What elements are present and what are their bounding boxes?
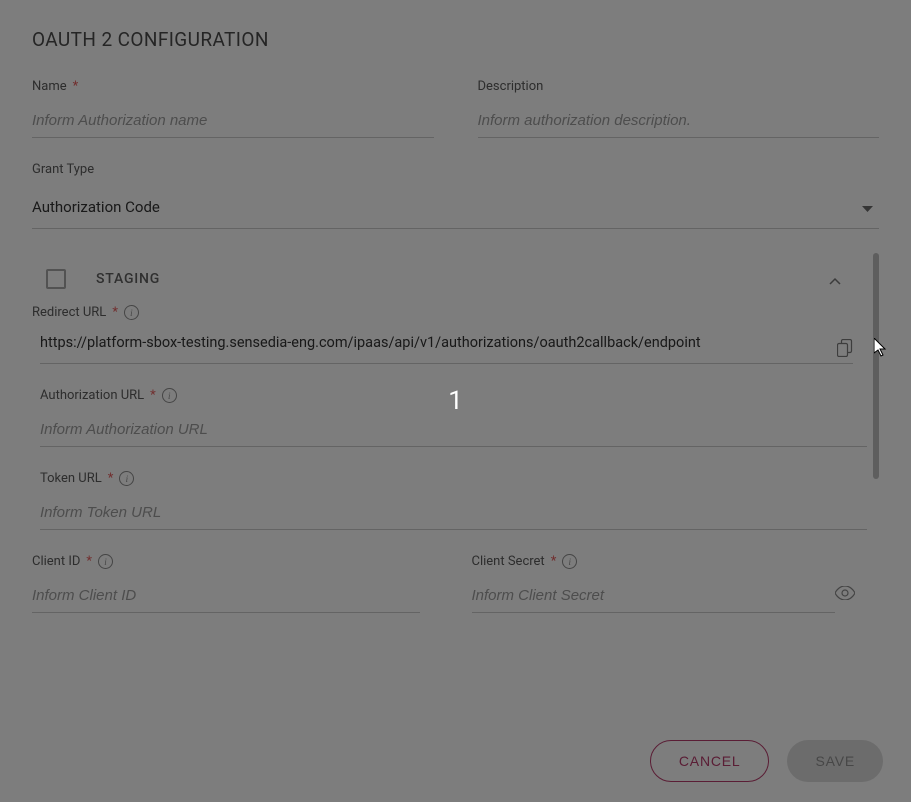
client-id-field-container: Client ID * i xyxy=(32,554,420,613)
client-secret-field-container: Client Secret * i xyxy=(472,554,860,613)
description-field-container: Description xyxy=(478,79,880,138)
grant-type-field-container: Grant Type Authorization Code xyxy=(32,162,879,229)
client-id-label: Client ID xyxy=(32,554,80,569)
token-url-label: Token URL xyxy=(40,471,102,486)
name-label: Name xyxy=(32,79,67,94)
authorization-url-label: Authorization URL xyxy=(40,388,144,403)
dropdown-icon xyxy=(862,197,873,216)
save-button[interactable]: SAVE xyxy=(787,740,883,782)
info-icon[interactable]: i xyxy=(162,388,177,403)
description-input[interactable] xyxy=(478,104,880,138)
client-secret-input[interactable] xyxy=(472,579,836,613)
required-indicator: * xyxy=(108,471,114,486)
required-indicator: * xyxy=(150,388,156,403)
page-title: OAUTH 2 CONFIGURATION xyxy=(32,28,879,51)
required-indicator: * xyxy=(112,305,118,320)
client-id-input[interactable] xyxy=(32,579,420,613)
redirect-url-field-container: Redirect URL * i https://platform-sbox-t… xyxy=(32,305,859,364)
required-indicator: * xyxy=(551,554,557,569)
staging-section-header[interactable]: STAGING xyxy=(32,253,859,305)
staging-label: STAGING xyxy=(96,271,160,287)
overlay-step-number: 1 xyxy=(448,386,463,416)
cancel-button[interactable]: CANCEL xyxy=(650,740,770,782)
grant-type-label: Grant Type xyxy=(32,162,94,177)
info-icon[interactable]: i xyxy=(98,554,113,569)
redirect-url-value: https://platform-sbox-testing.sensedia-e… xyxy=(40,330,819,361)
token-url-field-container: Token URL * i xyxy=(40,471,867,530)
description-label: Description xyxy=(478,79,544,94)
eye-icon[interactable] xyxy=(835,585,855,604)
required-indicator: * xyxy=(73,79,79,94)
required-indicator: * xyxy=(86,554,92,569)
copy-icon[interactable] xyxy=(837,339,853,361)
redirect-url-label: Redirect URL xyxy=(32,305,106,320)
cursor-icon xyxy=(874,338,888,362)
authorization-url-input[interactable] xyxy=(40,413,867,447)
staging-checkbox[interactable] xyxy=(46,269,66,289)
grant-type-select[interactable]: Authorization Code xyxy=(32,187,879,229)
scrollbar[interactable] xyxy=(873,253,879,479)
client-secret-label: Client Secret xyxy=(472,554,545,569)
name-field-container: Name * xyxy=(32,79,434,138)
info-icon[interactable]: i xyxy=(124,305,139,320)
token-url-input[interactable] xyxy=(40,496,867,530)
grant-type-value: Authorization Code xyxy=(32,198,160,216)
chevron-up-icon[interactable] xyxy=(829,270,841,289)
info-icon[interactable]: i xyxy=(119,471,134,486)
name-input[interactable] xyxy=(32,104,434,138)
info-icon[interactable]: i xyxy=(562,554,577,569)
